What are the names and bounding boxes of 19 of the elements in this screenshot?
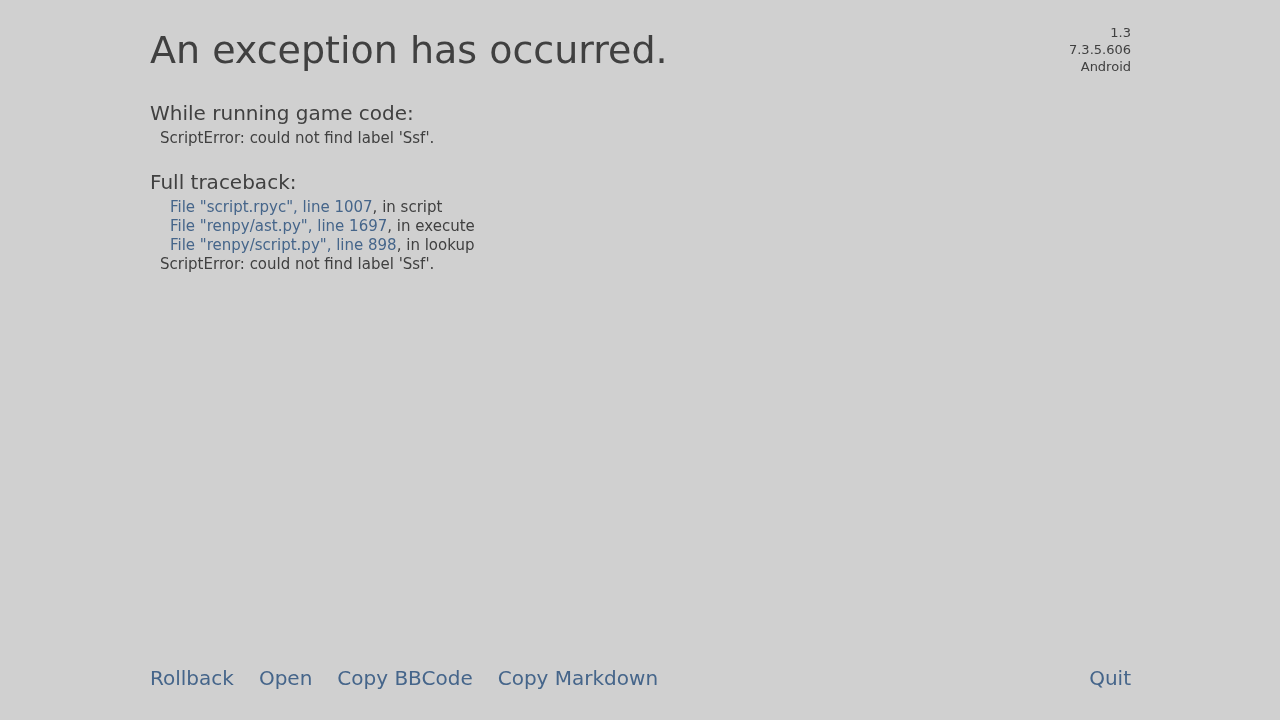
- error-message: ScriptError: could not find label 'Ssf'.: [159, 129, 436, 148]
- version-text: Android: [1079, 58, 1131, 75]
- version-text: 1.3: [1109, 24, 1131, 41]
- action-link[interactable]: Rollback: [150, 666, 234, 690]
- frame-context: , in lookup: [396, 236, 475, 254]
- action-link[interactable]: Copy Markdown: [497, 666, 659, 690]
- file-link[interactable]: File "renpy/ast.py", line 1697: [170, 217, 388, 235]
- section-heading: While running game code:: [150, 101, 415, 125]
- file-link[interactable]: File "script.rpyc", line 1007: [170, 198, 373, 216]
- error-title: An exception has occurred.: [150, 28, 668, 72]
- action-link[interactable]: Open: [258, 666, 313, 690]
- file-link[interactable]: File "renpy/script.py", line 898: [170, 236, 397, 254]
- quit-link[interactable]: Quit: [1089, 666, 1131, 690]
- frame-context: , in script: [372, 198, 443, 216]
- version-text: 7.3.5.606: [1068, 41, 1131, 58]
- frame-context: , in execute: [387, 217, 475, 235]
- action-link[interactable]: Copy BBCode: [337, 666, 473, 690]
- error-message: ScriptError: could not find label 'Ssf'.: [159, 255, 436, 274]
- section-heading: Full traceback:: [150, 170, 298, 194]
